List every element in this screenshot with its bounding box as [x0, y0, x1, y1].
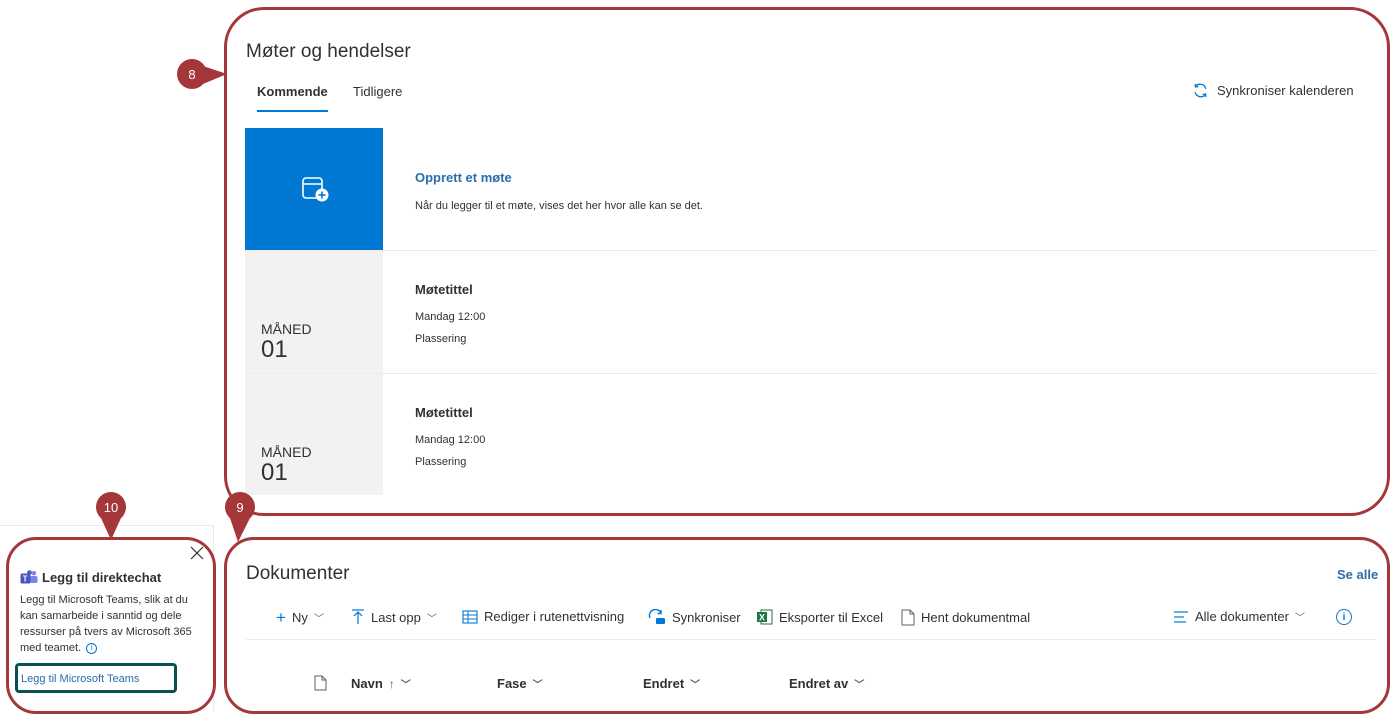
event-month: MÅNED — [261, 321, 312, 337]
tab-upcoming[interactable]: Kommende — [257, 84, 328, 99]
event-card[interactable]: MÅNED 01 Møtetittel Mandag 12:00 Plasser… — [245, 251, 1378, 374]
event-month: MÅNED — [261, 444, 312, 460]
upload-icon — [352, 609, 364, 624]
sync-icon — [648, 609, 665, 624]
tab-upcoming-indicator — [257, 110, 328, 112]
excel-icon: X — [757, 609, 773, 625]
new-button[interactable]: + Ny ﹀ — [276, 609, 324, 626]
column-phase-label: Fase — [497, 676, 527, 691]
info-icon[interactable]: i — [86, 642, 98, 654]
callout-pointer-events — [203, 66, 227, 84]
export-excel-button[interactable]: X Eksporter til Excel — [756, 609, 883, 625]
command-bar-divider — [246, 639, 1377, 640]
column-header-phase[interactable]: Fase ﹀ — [497, 676, 543, 691]
create-meeting-tile — [245, 128, 383, 250]
teams-panel-header: T Legg til direktechat — [20, 570, 161, 585]
column-modified-label: Endret — [643, 676, 685, 691]
sync-icon — [1194, 83, 1207, 98]
document-template-label: Hent dokumentmal — [921, 610, 1031, 625]
svg-text:T: T — [23, 575, 28, 584]
tab-past[interactable]: Tidligere — [353, 84, 402, 99]
chevron-down-icon: ﹀ — [854, 680, 865, 691]
column-header-modified-by[interactable]: Endret av ﹀ — [789, 676, 864, 691]
documents-title: Dokumenter — [246, 563, 350, 584]
sync-calendar-button[interactable]: Synkroniser kalenderen — [1192, 82, 1354, 99]
upload-button[interactable]: Last opp ﹀ — [351, 609, 437, 625]
column-name-label: Navn — [351, 676, 383, 691]
event-location: Plassering — [415, 456, 467, 468]
view-selector[interactable]: Alle dokumenter ﹀ — [1173, 609, 1305, 624]
plus-icon: + — [276, 608, 286, 627]
sync-button[interactable]: Synkroniser — [648, 609, 741, 625]
event-title[interactable]: Møtetittel — [415, 282, 473, 297]
column-header-row: Navn ↑ ﹀ Fase ﹀ Endret ﹀ Endret av ﹀ — [246, 674, 1377, 696]
event-card[interactable]: MÅNED 01 Møtetittel Mandag 12:00 Plasser… — [245, 374, 1378, 495]
chevron-down-icon: ﹀ — [1294, 613, 1305, 624]
add-teams-button[interactable]: Legg til Microsoft Teams — [15, 663, 177, 693]
view-list-icon — [1174, 610, 1188, 623]
grid-icon — [462, 609, 478, 624]
event-day: 01 — [261, 459, 288, 486]
chevron-down-icon: ﹀ — [400, 680, 411, 691]
view-label: Alle dokumenter — [1195, 609, 1289, 624]
chevron-down-icon: ﹀ — [690, 680, 701, 691]
column-header-name[interactable]: Navn ↑ ﹀ — [351, 676, 411, 691]
teams-panel-description: Legg til Microsoft Teams, slik at du kan… — [20, 592, 192, 656]
chevron-down-icon: ﹀ — [313, 614, 324, 625]
document-icon — [901, 609, 915, 626]
info-icon[interactable]: i — [1336, 609, 1352, 625]
add-teams-link: Legg til Microsoft Teams — [21, 673, 140, 685]
teams-panel-title: Legg til direktechat — [42, 570, 162, 585]
callout-pointer-teams — [101, 518, 121, 540]
teams-panel-body: Legg til Microsoft Teams, slik at du kan… — [20, 594, 192, 654]
column-header-modified[interactable]: Endret ﹀ — [643, 676, 700, 691]
export-excel-label: Eksporter til Excel — [779, 609, 884, 625]
see-all-link[interactable]: Se alle — [1337, 567, 1378, 582]
event-time: Mandag 12:00 — [415, 434, 486, 446]
event-location: Plassering — [415, 333, 467, 345]
upload-label: Last opp — [371, 609, 421, 625]
new-label: Ny — [291, 610, 308, 625]
chevron-down-icon: ﹀ — [532, 680, 543, 691]
file-type-icon[interactable] — [314, 675, 327, 691]
grid-edit-button[interactable]: Rediger i rutenettvisning — [462, 609, 624, 624]
event-title[interactable]: Møtetittel — [415, 405, 473, 420]
grid-edit-label: Rediger i rutenettvisning — [484, 609, 625, 624]
sync-calendar-label: Synkroniser kalenderen — [1217, 83, 1354, 98]
events-title: Møter og hendelser — [246, 41, 411, 62]
sync-label: Synkroniser — [672, 609, 741, 625]
event-day: 01 — [261, 336, 288, 363]
calendar-add-icon — [302, 177, 329, 202]
chevron-down-icon: ﹀ — [426, 613, 437, 625]
teams-icon: T — [20, 570, 38, 584]
command-bar: + Ny ﹀ Last opp ﹀ Rediger i rutenettvisn… — [276, 607, 1356, 629]
create-meeting-card[interactable]: Opprett et møte Når du legger til et møt… — [245, 128, 1378, 251]
sort-ascending-icon: ↑ — [388, 676, 395, 691]
create-meeting-description: Når du legger til et møte, vises det her… — [415, 200, 703, 212]
column-modified-by-label: Endret av — [789, 676, 849, 691]
event-time: Mandag 12:00 — [415, 311, 486, 323]
event-date-tile: MÅNED 01 — [245, 251, 383, 373]
svg-text:X: X — [759, 613, 765, 623]
create-meeting-link[interactable]: Opprett et møte — [415, 170, 512, 185]
close-icon[interactable] — [189, 545, 205, 561]
event-date-tile: MÅNED 01 — [245, 374, 383, 495]
callout-pointer-documents — [230, 518, 250, 542]
document-template-button[interactable]: Hent dokumentmal — [901, 609, 1030, 626]
